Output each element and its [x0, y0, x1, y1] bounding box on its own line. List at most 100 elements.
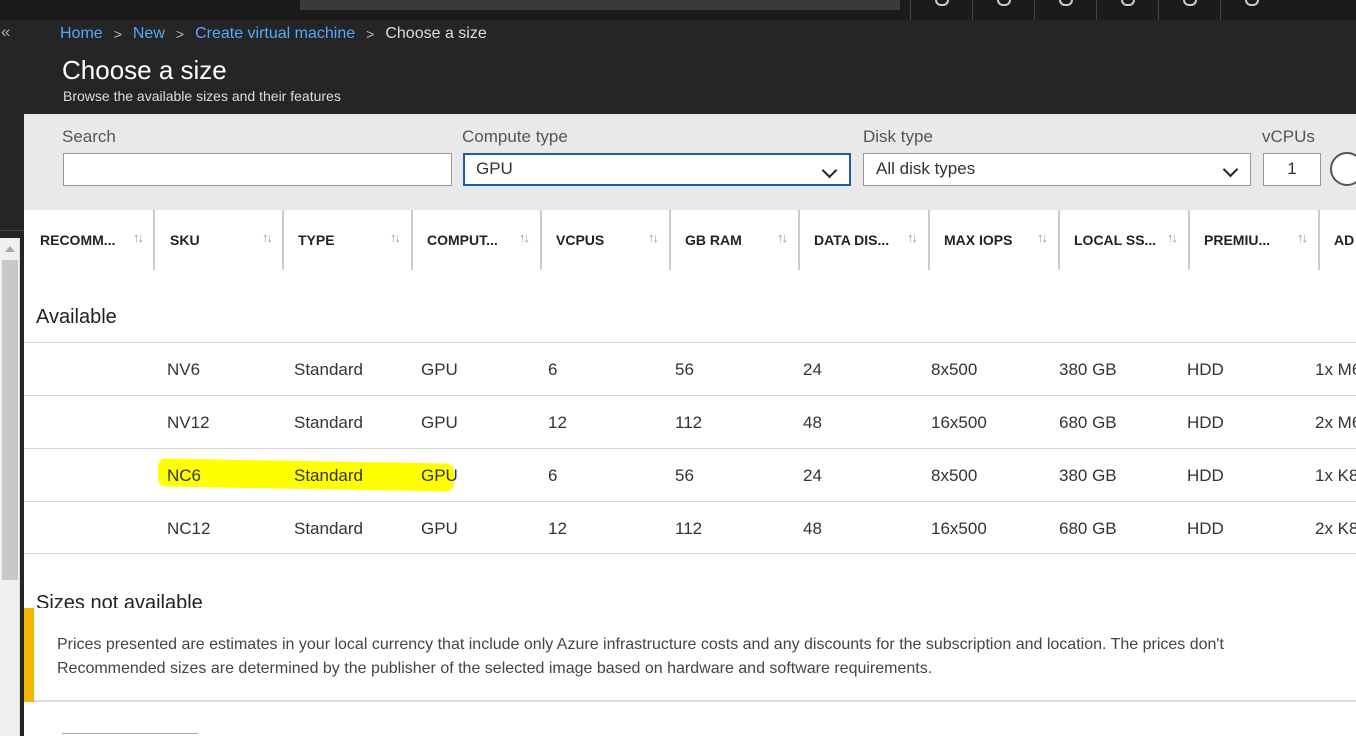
notifications-icon[interactable]: [972, 0, 1034, 20]
cell-ram: 112: [675, 413, 703, 432]
scroll-thumb[interactable]: [2, 260, 18, 580]
table-row-highlighted[interactable]: NC6 Standard GPU 6 56 24 8x500 380 GB HD…: [24, 448, 1356, 501]
pricing-notice: Prices presented are estimates in your l…: [24, 608, 1356, 702]
disk-type-dropdown[interactable]: All disk types: [863, 153, 1251, 186]
search-label: Search: [62, 127, 116, 146]
col-header-max-iops[interactable]: MAX IOPS ↑↓: [928, 210, 1058, 270]
cell-premium: HDD: [1187, 519, 1224, 538]
table-row[interactable]: NV6 Standard GPU 6 56 24 8x500 380 GB HD…: [24, 342, 1356, 395]
cell-vcpus: 12: [548, 519, 567, 538]
cell-local-ssd: 380 GB: [1059, 360, 1117, 379]
cell-additional: 1x M6: [1315, 360, 1356, 379]
col-header-compute[interactable]: COMPUT... ↑↓: [411, 210, 540, 270]
cell-sku: NV12: [167, 413, 210, 432]
compute-type-label: Compute type: [462, 127, 568, 146]
col-header-data-disks[interactable]: DATA DIS... ↑↓: [798, 210, 928, 270]
cell-data-disks: 24: [803, 360, 822, 379]
disk-type-value: All disk types: [876, 159, 976, 178]
compute-type-dropdown[interactable]: GPU: [463, 153, 851, 186]
sort-icon: ↑↓: [133, 230, 144, 245]
vcpus-input[interactable]: 1: [1263, 153, 1321, 186]
cell-vcpus: 12: [548, 413, 567, 432]
feedback-icon[interactable]: [1096, 0, 1158, 20]
cloud-shell-icon[interactable]: [910, 0, 972, 20]
cell-max-iops: 16x500: [931, 413, 987, 432]
sort-icon: ↑↓: [1297, 230, 1308, 245]
cell-additional: 2x M6: [1315, 413, 1356, 432]
cell-type: Standard: [294, 360, 363, 379]
breadcrumb-new[interactable]: New: [133, 25, 165, 43]
cell-vcpus: 6: [548, 466, 558, 485]
account-icon[interactable]: [1220, 0, 1282, 20]
cell-data-disks: 48: [803, 413, 822, 432]
sort-icon: ↑↓: [907, 230, 918, 245]
breadcrumb-separator-icon: >: [113, 26, 122, 42]
col-header-premium[interactable]: PREMIU... ↑↓: [1188, 210, 1318, 270]
breadcrumb-separator-icon: >: [175, 26, 185, 42]
cell-compute: GPU: [421, 519, 458, 538]
sort-icon: ↑↓: [648, 230, 659, 245]
help-icon[interactable]: [1158, 0, 1220, 20]
breadcrumb-current: Choose a size: [385, 25, 487, 42]
vertical-scrollbar[interactable]: [0, 238, 20, 736]
col-header-additional[interactable]: AD: [1318, 210, 1356, 270]
sort-icon: ↑↓: [1037, 230, 1048, 245]
breadcrumb-home[interactable]: Home: [60, 25, 103, 43]
top-bar: [0, 0, 1356, 20]
search-input[interactable]: [63, 153, 452, 186]
sort-icon: ↑↓: [777, 230, 788, 245]
breadcrumb-create-vm[interactable]: Create virtual machine: [195, 25, 355, 43]
scroll-up-arrow-icon[interactable]: [5, 246, 15, 252]
table-header: RECOMM... ↑↓ SKU ↑↓ TYPE ↑↓ COMPUT... ↑↓ VCP…: [24, 210, 1356, 270]
col-header-sku[interactable]: SKU ↑↓: [154, 210, 283, 270]
sort-icon: ↑↓: [519, 230, 530, 245]
global-search-box[interactable]: [300, 0, 900, 10]
cell-sku: NC6: [167, 466, 202, 485]
cell-additional: 2x K8: [1315, 519, 1356, 538]
vcpus-label: vCPUs: [1262, 127, 1315, 146]
vcpus-range-handle-icon[interactable]: [1330, 152, 1356, 186]
cell-ram: 56: [675, 466, 694, 485]
group-title-available: Available: [36, 306, 117, 328]
chevron-down-icon: [1222, 161, 1239, 178]
col-header-recommended[interactable]: RECOMM... ↑↓: [24, 210, 154, 270]
select-button[interactable]: [62, 733, 198, 737]
settings-icon[interactable]: [1034, 0, 1096, 20]
cell-local-ssd: 380 GB: [1059, 466, 1117, 485]
cell-data-disks: 48: [803, 519, 822, 538]
col-header-vcpus[interactable]: VCPUS ↑↓: [540, 210, 669, 270]
cell-sku: NV6: [167, 360, 201, 379]
cell-data-disks: 24: [803, 466, 822, 485]
table-row[interactable]: NC12 Standard GPU 12 112 48 16x500 680 G…: [24, 501, 1356, 554]
page-subtitle: Browse the available sizes and their fea…: [63, 88, 341, 104]
cell-premium: HDD: [1187, 360, 1224, 379]
notice-line-1: Prices presented are estimates in your l…: [57, 636, 1224, 653]
rail-divider: [0, 230, 24, 231]
col-header-type[interactable]: TYPE ↑↓: [282, 210, 411, 270]
blade-header: Home > New > Create virtual machine > Ch…: [24, 20, 1356, 114]
col-header-ram[interactable]: GB RAM ↑↓: [669, 210, 798, 270]
table-row[interactable]: NV12 Standard GPU 12 112 48 16x500 680 G…: [24, 395, 1356, 448]
warning-accent-bar: [24, 608, 34, 702]
sort-icon: ↑↓: [262, 230, 273, 245]
cell-vcpus: 6: [548, 360, 558, 379]
cell-ram: 56: [675, 360, 694, 379]
collapse-menu-icon[interactable]: «: [1, 21, 10, 43]
group-title-not-available: Sizes not available: [36, 592, 203, 608]
cell-compute: GPU: [421, 360, 458, 379]
cell-type: Standard: [294, 413, 363, 432]
cell-additional: 1x K8: [1315, 466, 1356, 485]
cell-type: Standard: [294, 519, 363, 538]
cell-local-ssd: 680 GB: [1059, 413, 1117, 432]
cell-max-iops: 16x500: [931, 519, 987, 538]
col-header-local-ssd[interactable]: LOCAL SS... ↑↓: [1058, 210, 1188, 270]
chevron-down-icon: [821, 162, 838, 179]
sort-icon: ↑↓: [390, 230, 401, 245]
cell-local-ssd: 680 GB: [1059, 519, 1117, 538]
filter-bar: Search Compute type GPU Disk type All di…: [24, 114, 1356, 210]
top-bar-icons: [910, 0, 1282, 20]
cell-ram: 112: [675, 519, 703, 538]
notice-line-2: Recommended sizes are determined by the …: [57, 660, 933, 677]
cell-max-iops: 8x500: [931, 360, 978, 379]
compute-type-value: GPU: [476, 159, 513, 178]
